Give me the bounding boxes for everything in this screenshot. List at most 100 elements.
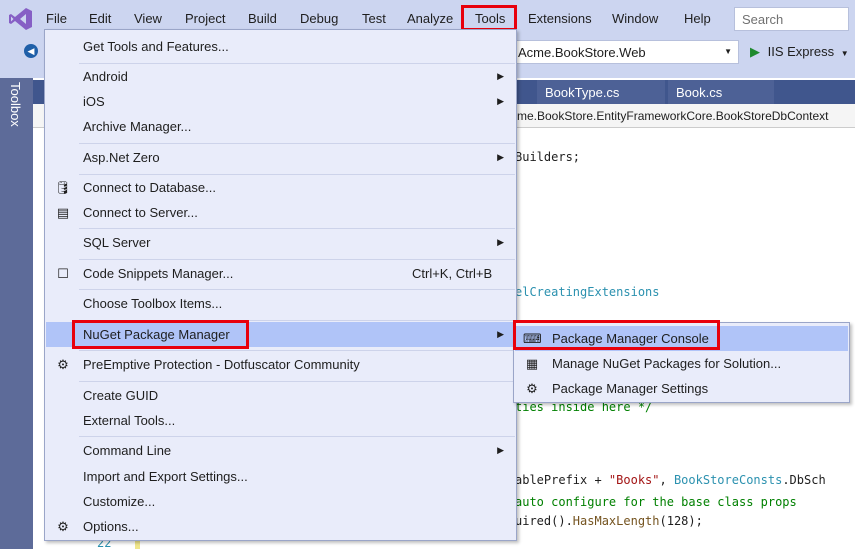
menu-item-aspnet-zero[interactable]: Asp.Net Zero ▶ <box>46 145 516 170</box>
code-line: elCreatingExtensions <box>515 285 660 299</box>
code-line: ablePrefix + "Books", BookStoreConsts.Db… <box>515 473 826 487</box>
startup-project-value: Acme.BookStore.Web <box>518 45 646 60</box>
server-icon: ▤ <box>56 205 70 220</box>
menu-item-ios[interactable]: iOS ▶ <box>46 89 516 114</box>
console-highlight-box <box>513 320 720 350</box>
menu-item-label: Create GUID <box>83 388 159 403</box>
tab-book[interactable]: Book.cs <box>668 80 774 104</box>
search-input[interactable]: Search <box>734 7 849 31</box>
gear-icon: ⚙ <box>526 381 538 396</box>
menu-item-preemptive[interactable]: ⚙ PreEmptive Protection - Dotfuscator Com… <box>46 352 516 377</box>
separator <box>79 143 515 144</box>
menu-item-label: Code Snippets Manager... <box>83 266 234 281</box>
startup-project-dropdown[interactable]: Acme.BookStore.Web ▼ <box>513 40 739 64</box>
separator <box>79 289 515 290</box>
chevron-down-icon[interactable]: ▼ <box>841 49 849 58</box>
menu-item-label: Manage NuGet Packages for Solution... <box>552 356 782 371</box>
submenu-arrow-icon: ▶ <box>497 329 504 339</box>
database-icon: 🛢 <box>54 180 72 195</box>
menu-item-import-export[interactable]: Import and Export Settings... <box>46 464 516 489</box>
menu-file[interactable]: File <box>46 11 67 26</box>
tools-menu: Get Tools and Features... Android ▶ iOS ▶ … <box>44 29 517 541</box>
menu-build[interactable]: Build <box>248 11 277 26</box>
menu-item-customize[interactable]: Customize... <box>46 489 516 514</box>
menu-item-connect-database[interactable]: 🛢 Connect to Database... <box>46 175 516 200</box>
menu-item-label: Customize... <box>83 494 156 509</box>
nuget-highlight-box <box>72 320 249 349</box>
code-token: .DbSch <box>782 473 826 487</box>
code-token: , <box>659 473 674 487</box>
menu-item-archive-manager[interactable]: Archive Manager... <box>46 114 516 139</box>
menu-item-connect-server[interactable]: ▤ Connect to Server... <box>46 200 516 225</box>
menu-item-label: Options... <box>83 519 139 534</box>
menu-item-android[interactable]: Android ▶ <box>46 64 516 89</box>
submenu-item-manage-nuget[interactable]: ▦ Manage NuGet Packages for Solution... <box>515 351 848 376</box>
menu-item-label: External Tools... <box>83 413 176 428</box>
menu-edit[interactable]: Edit <box>89 11 111 26</box>
menu-item-options[interactable]: ⚙ Options... <box>46 514 516 539</box>
separator <box>79 436 515 437</box>
menu-item-command-line[interactable]: Command Line ▶ <box>46 438 516 463</box>
menu-item-label: Android <box>83 69 128 84</box>
menu-item-label: Choose Toolbox Items... <box>83 296 223 311</box>
visual-studio-logo-icon[interactable] <box>9 7 33 31</box>
menu-help[interactable]: Help <box>684 11 711 26</box>
preemptive-icon: ⚙ <box>57 357 69 372</box>
menu-project[interactable]: Project <box>185 11 225 26</box>
change-marker <box>135 541 140 549</box>
code-line: Builders; <box>515 150 581 164</box>
separator <box>79 259 515 260</box>
menu-item-external-tools[interactable]: External Tools... <box>46 408 516 433</box>
code-string: "Books" <box>608 473 660 487</box>
tools-highlight-box <box>461 5 517 31</box>
menu-test[interactable]: Test <box>362 11 386 26</box>
menu-item-label: Connect to Database... <box>83 180 216 195</box>
submenu-arrow-icon: ▶ <box>497 152 504 162</box>
menu-item-choose-toolbox[interactable]: Choose Toolbox Items... <box>46 291 516 316</box>
menu-extensions[interactable]: Extensions <box>528 11 592 26</box>
menu-item-label: Archive Manager... <box>83 119 192 134</box>
menu-item-label: Connect to Server... <box>83 205 198 220</box>
run-label: IIS Express <box>767 44 835 59</box>
menu-item-label: Get Tools and Features... <box>83 39 229 54</box>
menu-debug[interactable]: Debug <box>300 11 338 26</box>
code-token: uired(). <box>515 514 573 528</box>
code-token: ablePrefix + <box>515 473 609 487</box>
toolbox-strip[interactable]: Toolbox <box>0 78 33 549</box>
menu-item-sql-server[interactable]: SQL Server ▶ <box>46 230 516 255</box>
code-type: BookStoreConsts <box>673 473 783 487</box>
snippet-icon: ☐ <box>57 266 69 281</box>
separator <box>79 381 515 382</box>
submenu-item-package-manager-settings[interactable]: ⚙ Package Manager Settings <box>515 376 848 401</box>
code-token: (128); <box>659 514 703 528</box>
menu-analyze[interactable]: Analyze <box>407 11 453 26</box>
menu-item-label: Asp.Net Zero <box>83 150 160 165</box>
menu-item-label: Command Line <box>83 443 172 458</box>
run-button[interactable]: ▶ IIS Express ▼ <box>750 44 849 60</box>
package-icon: ▦ <box>525 356 539 371</box>
menu-item-create-guid[interactable]: Create GUID <box>46 383 516 408</box>
code-line: uired().HasMaxLength(128); <box>515 514 703 528</box>
code-method: HasMaxLength <box>572 514 660 528</box>
separator <box>79 350 515 351</box>
submenu-arrow-icon: ▶ <box>497 96 504 106</box>
menu-item-label: Import and Export Settings... <box>83 469 248 484</box>
menu-item-label: Package Manager Settings <box>552 381 709 396</box>
toolbox-label[interactable]: Toolbox <box>8 82 23 127</box>
submenu-arrow-icon: ▶ <box>497 237 504 247</box>
separator <box>79 228 515 229</box>
menu-window[interactable]: Window <box>612 11 658 26</box>
code-comment: auto configure for the base class props <box>515 495 797 509</box>
menu-item-label: SQL Server <box>83 235 151 250</box>
submenu-arrow-icon: ▶ <box>497 445 504 455</box>
play-icon: ▶ <box>750 44 760 59</box>
submenu-arrow-icon: ▶ <box>497 71 504 81</box>
menu-view[interactable]: View <box>134 11 162 26</box>
menu-item-get-tools[interactable]: Get Tools and Features... <box>46 34 516 59</box>
menu-item-label: PreEmptive Protection - Dotfuscator Comm… <box>83 357 360 372</box>
tab-booktype[interactable]: BookType.cs <box>537 80 665 104</box>
back-icon[interactable]: ◀ <box>24 44 38 58</box>
menu-item-label: iOS <box>83 94 105 109</box>
gear-icon: ⚙ <box>57 519 69 534</box>
menu-item-code-snippets[interactable]: ☐ Code Snippets Manager... Ctrl+K, Ctrl+B <box>46 261 516 286</box>
